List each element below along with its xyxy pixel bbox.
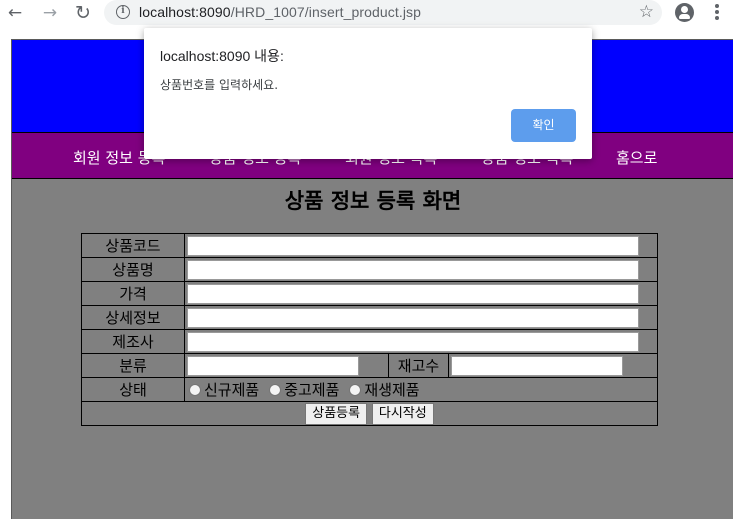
detail-input[interactable] bbox=[187, 307, 639, 328]
dialog-title: localhost:8090 내용: bbox=[160, 48, 284, 64]
label-name: 상품명 bbox=[81, 257, 185, 282]
radio-icon[interactable] bbox=[189, 383, 201, 396]
table-row: 상품등록 다시작성 bbox=[81, 401, 658, 426]
browser-toolbar: ← → ↻ i localhost:8090/HRD_1007/insert_p… bbox=[0, 0, 733, 26]
url-text[interactable]: localhost:8090/HRD_1007/insert_product.j… bbox=[139, 4, 421, 20]
table-row: 가격 bbox=[81, 281, 658, 306]
dialog-message: 상품번호를 입력하세요. bbox=[160, 78, 279, 92]
status-option-new[interactable]: 신규제품 bbox=[189, 379, 259, 400]
browser-menu-icon[interactable] bbox=[712, 3, 722, 23]
maker-input[interactable] bbox=[187, 331, 639, 352]
alert-dialog: localhost:8090 내용: 상품번호를 입력하세요. 확인 bbox=[144, 28, 592, 159]
submit-button[interactable]: 상품등록 bbox=[305, 402, 368, 425]
radio-icon[interactable] bbox=[269, 383, 282, 396]
label-category: 분류 bbox=[81, 353, 185, 378]
label-maker: 제조사 bbox=[81, 329, 185, 354]
status-radio-group: 신규제품 중고제품 재생제품 bbox=[185, 379, 657, 400]
url-path: /HRD_1007/insert_product.jsp bbox=[230, 4, 422, 20]
url-host: localhost:8090 bbox=[139, 4, 231, 20]
bookmark-star-icon[interactable]: ☆ bbox=[639, 2, 654, 22]
status-option-used[interactable]: 중고제품 bbox=[269, 379, 339, 400]
label-stock: 재고수 bbox=[388, 353, 449, 378]
price-input[interactable] bbox=[187, 283, 639, 304]
radio-icon[interactable] bbox=[349, 383, 362, 396]
ok-button[interactable]: 확인 bbox=[511, 109, 576, 142]
account-icon[interactable] bbox=[675, 3, 694, 22]
page-title: 상품 정보 등록 화면 bbox=[284, 189, 462, 213]
site-info-icon[interactable]: i bbox=[116, 5, 130, 19]
status-option-refurbished[interactable]: 재생제품 bbox=[349, 379, 420, 400]
label-price: 가격 bbox=[81, 281, 185, 306]
label-status: 상태 bbox=[81, 377, 185, 402]
stock-input[interactable] bbox=[451, 355, 623, 376]
back-icon[interactable]: ← bbox=[4, 2, 26, 24]
forward-icon[interactable]: → bbox=[39, 2, 61, 24]
category-input[interactable] bbox=[187, 355, 359, 376]
table-row: 분류 재고수 bbox=[81, 353, 658, 378]
nav-home[interactable]: 홈으로 bbox=[616, 147, 657, 168]
code-input[interactable] bbox=[187, 235, 639, 256]
reset-button[interactable]: 다시작성 bbox=[371, 402, 434, 425]
table-row: 상품명 bbox=[81, 257, 658, 282]
product-form: 상품코드 상품명 가격 상세정보 제조사 분류 재고수 상태 신규제품 중고제품… bbox=[81, 233, 658, 426]
address-bar[interactable]: i localhost:8090/HRD_1007/insert_product… bbox=[104, 0, 662, 25]
table-row: 상품코드 bbox=[81, 233, 658, 258]
reload-icon[interactable]: ↻ bbox=[72, 2, 94, 24]
label-code: 상품코드 bbox=[81, 233, 185, 258]
name-input[interactable] bbox=[187, 259, 639, 280]
table-row: 제조사 bbox=[81, 329, 658, 354]
table-row: 상태 신규제품 중고제품 재생제품 bbox=[81, 377, 658, 402]
table-row: 상세정보 bbox=[81, 305, 658, 330]
label-detail: 상세정보 bbox=[81, 305, 185, 330]
